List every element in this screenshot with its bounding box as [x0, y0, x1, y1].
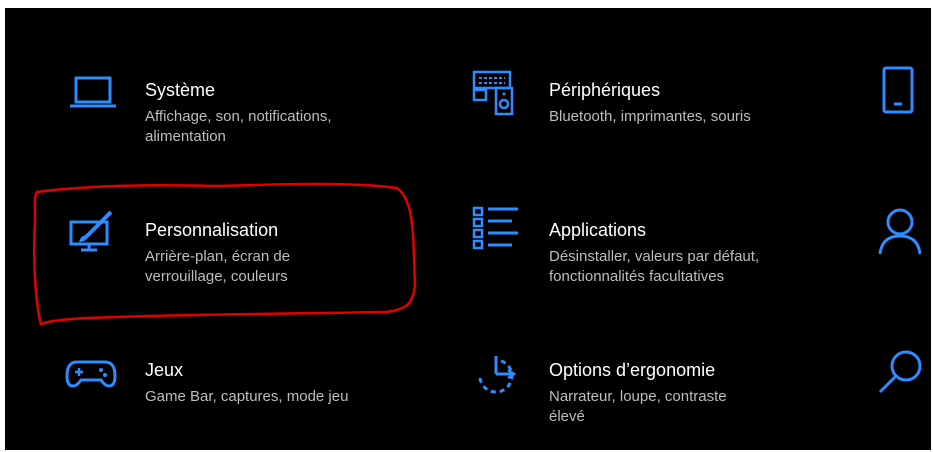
- tile-phone[interactable]: [873, 66, 931, 146]
- devices-icon: [472, 70, 522, 120]
- tile-ease-of-access-title: Options d’ergonomie: [549, 360, 716, 380]
- search-icon: [876, 348, 926, 398]
- tile-gaming-desc-line-1: Game Bar, captures, mode jeu: [145, 388, 349, 405]
- tile-apps-desc-line-1: Désinstaller, valeurs par défaut,: [549, 248, 760, 265]
- tile-gaming-title: Jeux: [145, 360, 184, 380]
- tile-apps-desc-line-2: fonctionnalités facultatives: [549, 268, 725, 285]
- tile-system-desc-line-1: Affichage, son, notifications,: [145, 108, 332, 125]
- tile-system[interactable]: Système Affichage, son, notifications, a…: [65, 70, 395, 150]
- tile-devices[interactable]: Périphériques Bluetooth, imprimantes, so…: [467, 70, 837, 150]
- apps-list-icon: [472, 206, 522, 256]
- tile-system-desc-line-2: alimentation: [145, 128, 226, 145]
- tile-devices-desc-line-1: Bluetooth, imprimantes, souris: [549, 108, 751, 125]
- tile-apps[interactable]: Applications Désinstaller, valeurs par d…: [467, 206, 837, 290]
- tile-apps-title: Applications: [549, 220, 647, 240]
- phone-icon: [878, 66, 928, 116]
- laptop-icon: [70, 72, 120, 122]
- tile-system-title: Système: [145, 80, 216, 100]
- person-icon: [876, 208, 926, 258]
- tile-ease-of-access[interactable]: Options d’ergonomie Narrateur, loupe, co…: [467, 350, 837, 430]
- tile-gaming[interactable]: Jeux Game Bar, captures, mode jeu: [65, 350, 395, 410]
- tile-personalization[interactable]: Personnalisation Arrière-plan, écran de …: [65, 210, 395, 290]
- personalization-icon: [67, 210, 117, 262]
- settings-window: Système Affichage, son, notifications, a…: [5, 8, 931, 450]
- tile-ease-of-access-desc-line-1: Narrateur, loupe, contraste: [549, 388, 727, 405]
- tile-ease-of-access-desc-line-2: élevé: [549, 408, 585, 425]
- tile-personalization-desc-line-2: verrouillage, couleurs: [145, 268, 288, 285]
- tile-devices-title: Périphériques: [549, 80, 661, 100]
- tile-personalization-desc-line-1: Arrière-plan, écran de: [145, 248, 291, 265]
- tile-personalization-title: Personnalisation: [145, 220, 279, 240]
- tile-search[interactable]: [873, 348, 931, 428]
- tile-accounts[interactable]: [873, 208, 931, 288]
- gamepad-icon: [65, 354, 117, 404]
- ease-of-access-icon: [472, 350, 522, 400]
